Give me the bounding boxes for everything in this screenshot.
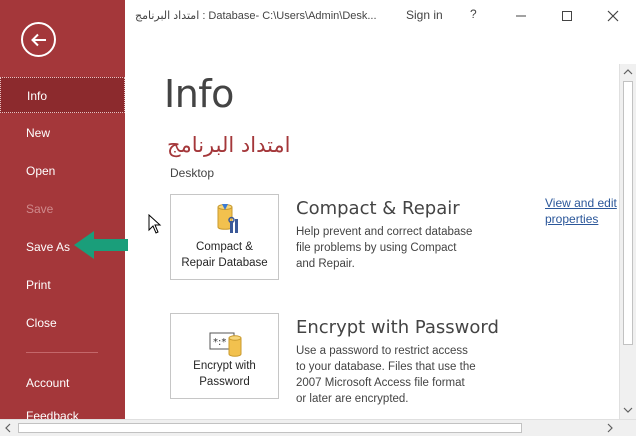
maximize-button[interactable] [544,0,590,32]
sidebar-item-label: Print [26,278,51,292]
horizontal-scroll-thumb[interactable] [18,423,522,433]
vertical-scroll-thumb[interactable] [623,81,633,345]
sidebar-item-label: Account [26,376,70,390]
database-name: امتداد البرنامج [167,133,291,157]
sidebar-item-label: Feedback [26,409,79,419]
encrypt-card-label-line2: Password [199,376,250,388]
backstage-sidebar: Info New Open Save Save As Print Close A… [0,0,125,419]
scroll-up-icon [623,69,633,75]
scroll-left-icon [5,423,11,433]
scroll-right-icon [607,423,613,433]
sidebar-item-save: Save [0,191,125,227]
compact-desc-line3: and Repair. [296,258,355,270]
encrypt-password-button[interactable]: *:* Encrypt with Password [170,313,279,399]
sidebar-item-open[interactable]: Open [0,153,125,189]
window-title: امتداد البرنامج : Database- C:\Users\Adm… [135,10,377,22]
back-button[interactable] [21,22,56,57]
compact-card-label-line1: Compact & [196,241,253,253]
scroll-up-button[interactable] [620,64,636,80]
compact-card-label-line2: Repair Database [181,257,268,269]
scroll-down-icon [623,407,633,413]
sidebar-item-label: Info [27,89,48,103]
encrypt-desc-line3: 2007 Microsoft Access file format [296,377,465,389]
sidebar-item-info[interactable]: Info [0,77,125,113]
scroll-down-button[interactable] [620,402,636,418]
sidebar-item-account[interactable]: Account [0,365,125,401]
close-icon [607,10,619,22]
properties-link-line1: View and edit [545,196,617,210]
help-button[interactable]: ? [470,7,477,21]
view-edit-properties-link[interactable]: View and edit properties [545,195,619,227]
scroll-left-button[interactable] [0,420,16,436]
database-tools-icon [217,204,238,233]
sidebar-item-label: Save As [26,240,71,254]
access-backstage-window: Info New Open Save Save As Print Close A… [0,0,636,436]
sidebar-item-close[interactable]: Close [0,305,125,341]
encrypt-desc-line2: to your database. Files that use the [296,361,476,373]
sidebar-divider [26,352,98,353]
title-bar: امتداد البرنامج : Database- C:\Users\Adm… [125,0,636,32]
mouse-cursor-icon [148,214,162,234]
database-path: Desktop [170,166,215,180]
compact-repair-heading: Compact & Repair [296,198,460,219]
sign-in-link[interactable]: Sign in [406,8,443,22]
info-panel: Info امتداد البرنامج Desktop Compact & R… [125,32,619,419]
encrypt-desc-line1: Use a password to restrict access [296,345,468,357]
sidebar-item-label: Save [26,202,54,216]
maximize-icon [562,11,572,21]
close-window-button[interactable] [590,0,636,32]
compact-desc-line2: file problems by using Compact [296,242,457,254]
properties-link-line2: properties [545,212,599,226]
sidebar-item-new[interactable]: New [0,115,125,151]
annotation-arrow-icon [74,231,128,259]
sidebar-item-label: Open [26,164,56,178]
compact-repair-button[interactable]: Compact & Repair Database [170,194,279,280]
page-title: Info [164,72,234,116]
database-lock-icon: *:* [209,332,242,357]
compact-desc-line1: Help prevent and correct database [296,226,473,238]
back-arrow-icon [31,33,46,47]
encrypt-desc-line4: or later are encrypted. [296,393,409,405]
sidebar-item-label: Close [26,316,57,330]
scroll-right-button[interactable] [602,420,618,436]
vertical-scrollbar[interactable] [619,64,636,419]
minimize-icon [516,15,526,17]
encrypt-password-heading: Encrypt with Password [296,317,499,338]
minimize-button[interactable] [498,0,544,32]
svg-text:*:*: *:* [213,337,226,348]
encrypt-card-label-line1: Encrypt with [193,360,256,372]
horizontal-scrollbar[interactable] [0,419,636,436]
sidebar-item-print[interactable]: Print [0,267,125,303]
sidebar-item-feedback[interactable]: Feedback [0,403,125,419]
sidebar-item-label: New [26,126,51,140]
